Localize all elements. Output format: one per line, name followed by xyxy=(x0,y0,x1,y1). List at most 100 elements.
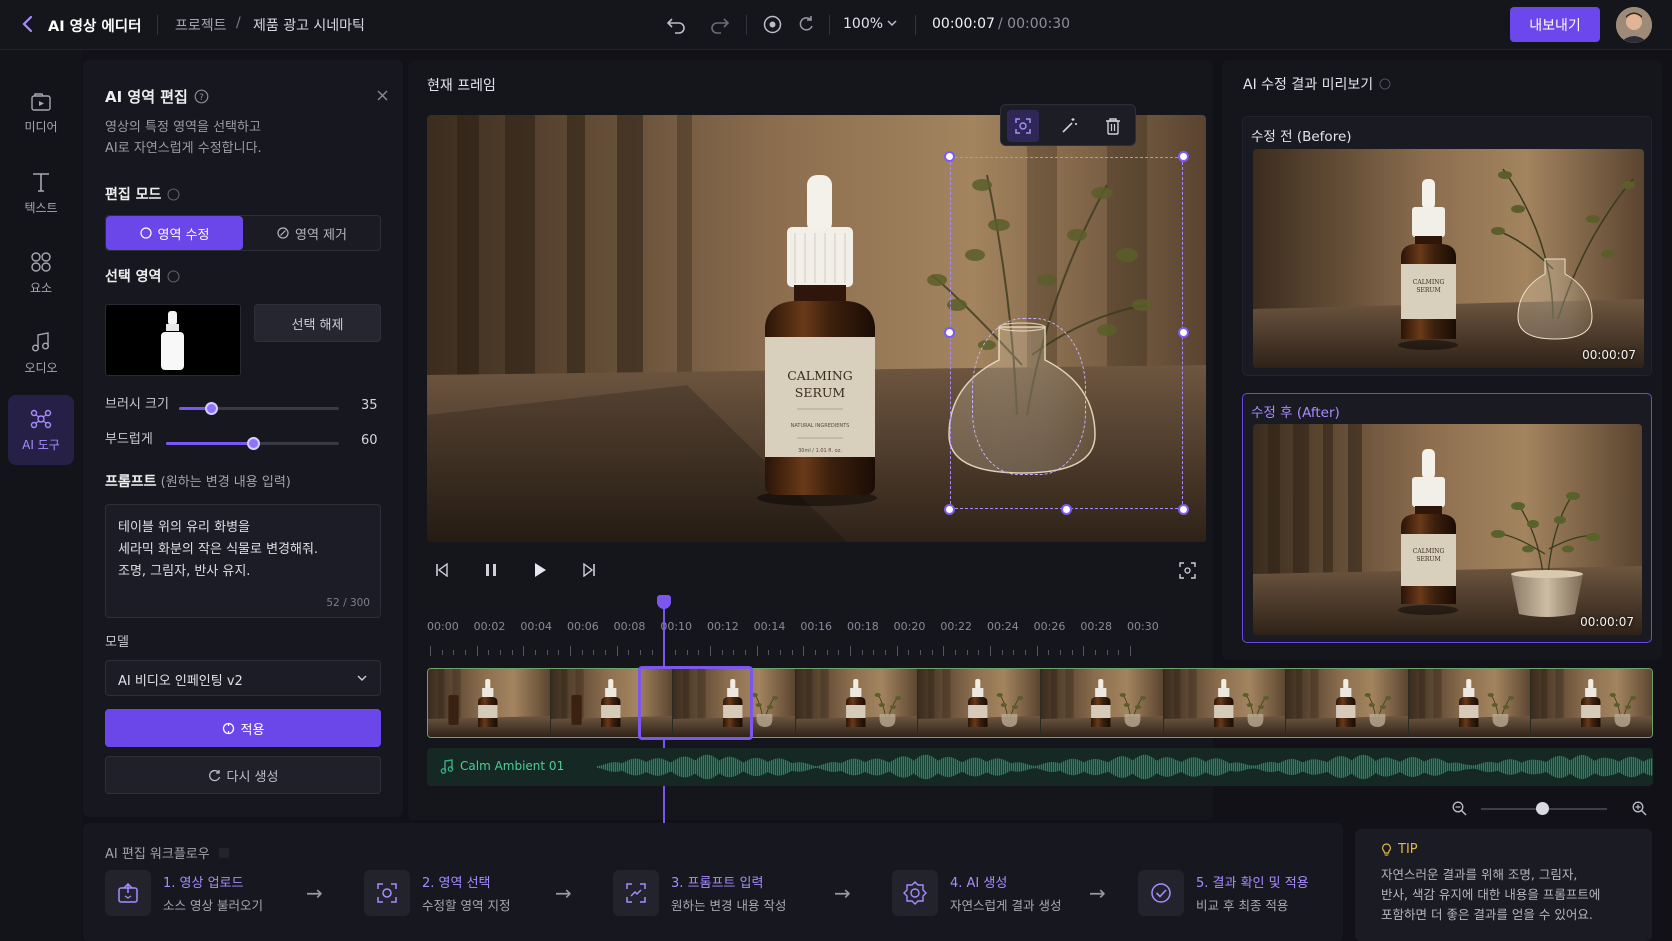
waveform-bar xyxy=(1365,755,1367,779)
timeline-tick-mark xyxy=(838,650,840,655)
timeline-zoom-knob[interactable] xyxy=(1536,802,1549,815)
apply-button[interactable]: 적용 xyxy=(105,709,381,747)
apply-label: 적용 xyxy=(240,722,265,738)
waveform-bar xyxy=(1019,762,1021,772)
waveform-bar xyxy=(693,759,695,775)
selected-clip-frame[interactable] xyxy=(638,666,753,740)
waveform-bar xyxy=(739,760,741,774)
selection-handle-bottom-left[interactable] xyxy=(944,504,955,515)
selection-handle-bottom[interactable] xyxy=(1061,504,1072,515)
model-selected-value: AI 비디오 인페인팅 v2 xyxy=(118,674,243,689)
rail-item-label: 미디어 xyxy=(24,119,58,134)
rail-item-media[interactable]: 미디어 xyxy=(8,78,74,148)
waveform-bar xyxy=(1619,761,1621,773)
sync-icon[interactable] xyxy=(796,14,816,34)
fullscreen-icon[interactable] xyxy=(1179,562,1196,579)
back-icon[interactable] xyxy=(20,14,36,34)
waveform-bar xyxy=(1039,764,1041,770)
waveform-bar xyxy=(1433,758,1435,776)
softness-slider[interactable] xyxy=(166,437,339,450)
zoom-in-icon[interactable] xyxy=(1632,801,1647,816)
pause-icon[interactable] xyxy=(484,563,498,577)
timeline-zoom-slider[interactable] xyxy=(1481,802,1607,815)
waveform-bar xyxy=(1217,758,1219,776)
rail-item-label: AI 도구 xyxy=(22,437,60,452)
waveform-bar xyxy=(1187,758,1189,776)
waveform-bar xyxy=(1363,754,1365,780)
waveform-bar xyxy=(1001,759,1003,775)
waveform-bar xyxy=(889,762,891,772)
waveform-bar xyxy=(1281,761,1283,773)
avatar[interactable] xyxy=(1616,7,1652,43)
arrow-right-icon: → xyxy=(1089,881,1106,905)
selection-handle-left[interactable] xyxy=(944,327,955,338)
region-select-button[interactable] xyxy=(1007,110,1039,142)
timeline-ruler[interactable]: 00:00 00:02 00:04 00:06 00:08 00:10 00:12 00:14… xyxy=(427,620,1207,660)
zoom-level[interactable]: 100% xyxy=(843,16,883,32)
waveform-bar xyxy=(747,760,749,774)
info-icon[interactable] xyxy=(218,847,230,859)
undo-icon[interactable] xyxy=(666,14,688,34)
redo-icon[interactable] xyxy=(708,14,730,34)
selection-handle-top-left[interactable] xyxy=(944,151,955,162)
video-track[interactable] xyxy=(427,668,1653,738)
magic-wand-icon xyxy=(1060,117,1078,135)
waveform-bar xyxy=(937,760,939,774)
info-icon[interactable] xyxy=(1379,78,1391,90)
timeline-tick-mark xyxy=(803,646,805,656)
info-icon[interactable] xyxy=(167,269,180,283)
waveform-bar xyxy=(1269,761,1271,773)
skip-end-icon[interactable] xyxy=(582,563,596,577)
video-frame[interactable]: CALMING SERUM NATURAL INGREDIENTS 30ml /… xyxy=(427,115,1206,542)
target-icon[interactable] xyxy=(762,14,783,35)
waveform-bar xyxy=(1323,760,1325,774)
waveform-bar xyxy=(907,757,909,777)
skip-start-icon[interactable] xyxy=(435,563,449,577)
waveform-bar xyxy=(751,758,753,776)
ai-region-edit-panel: AI 영역 편집 ? 영상의 특정 영역을 선택하고 AI로 자연스럽게 수정합… xyxy=(83,60,403,817)
breadcrumb-root[interactable]: 프로젝트 xyxy=(175,15,227,35)
selection-handle-bottom-right[interactable] xyxy=(1178,504,1189,515)
waveform-bar xyxy=(641,759,643,775)
model-select[interactable]: AI 비디오 인페인팅 v2 xyxy=(105,660,381,696)
audio-track[interactable]: Calm Ambient 01 xyxy=(427,748,1653,786)
rail-item-elements[interactable]: 요소 xyxy=(8,238,74,308)
selection-handle-right[interactable] xyxy=(1178,327,1189,338)
waveform-bar xyxy=(1131,759,1133,775)
export-button[interactable]: 내보내기 xyxy=(1510,7,1600,42)
magic-wand-button[interactable] xyxy=(1053,110,1085,142)
rail-item-audio[interactable]: 오디오 xyxy=(8,318,74,388)
mode-edit-button[interactable]: 영역 수정 xyxy=(106,216,243,250)
rail-item-ai-tool[interactable]: AI 도구 xyxy=(8,395,74,465)
softness-knob[interactable] xyxy=(246,437,260,450)
timeline-tick-mark xyxy=(791,650,793,655)
brush-size-slider[interactable] xyxy=(179,402,339,415)
waveform-bar xyxy=(605,763,607,771)
waveform-bar xyxy=(1539,760,1541,774)
prompt-textarea[interactable]: 테이블 위의 유리 화병을 세라믹 화분의 작은 식물로 변경해줘. 조명, 그… xyxy=(105,504,381,618)
bottle-label-line-3: NATURAL INGREDIENTS xyxy=(791,423,850,429)
rail-item-text[interactable]: 텍스트 xyxy=(8,158,74,228)
waveform-bar xyxy=(849,759,851,775)
waveform-bar xyxy=(1327,761,1329,773)
deselect-button[interactable]: 선택 해제 xyxy=(254,304,381,342)
waveform-bar xyxy=(1421,759,1423,775)
brush-size-knob[interactable] xyxy=(205,402,218,415)
timeline-tick-mark xyxy=(546,650,548,655)
waveform-bar xyxy=(885,760,887,774)
zoom-dropdown-chevron-icon[interactable] xyxy=(886,18,898,28)
timeline-tick-label: 00:26 xyxy=(1033,620,1066,633)
waveform-bar xyxy=(807,763,809,771)
regenerate-button[interactable]: 다시 생성 xyxy=(105,756,381,794)
play-icon[interactable] xyxy=(532,562,548,578)
close-icon[interactable] xyxy=(376,89,389,102)
timeline-tick-mark xyxy=(535,650,536,655)
waveform-bar xyxy=(803,762,805,772)
zoom-out-icon[interactable] xyxy=(1452,801,1467,816)
mode-remove-button[interactable]: 영역 제거 xyxy=(243,216,381,250)
delete-button[interactable] xyxy=(1097,110,1129,142)
waveform-bar xyxy=(1079,760,1081,774)
selection-handle-top-right[interactable] xyxy=(1178,151,1189,162)
help-icon[interactable]: ? xyxy=(194,89,209,104)
info-icon[interactable] xyxy=(167,187,180,201)
